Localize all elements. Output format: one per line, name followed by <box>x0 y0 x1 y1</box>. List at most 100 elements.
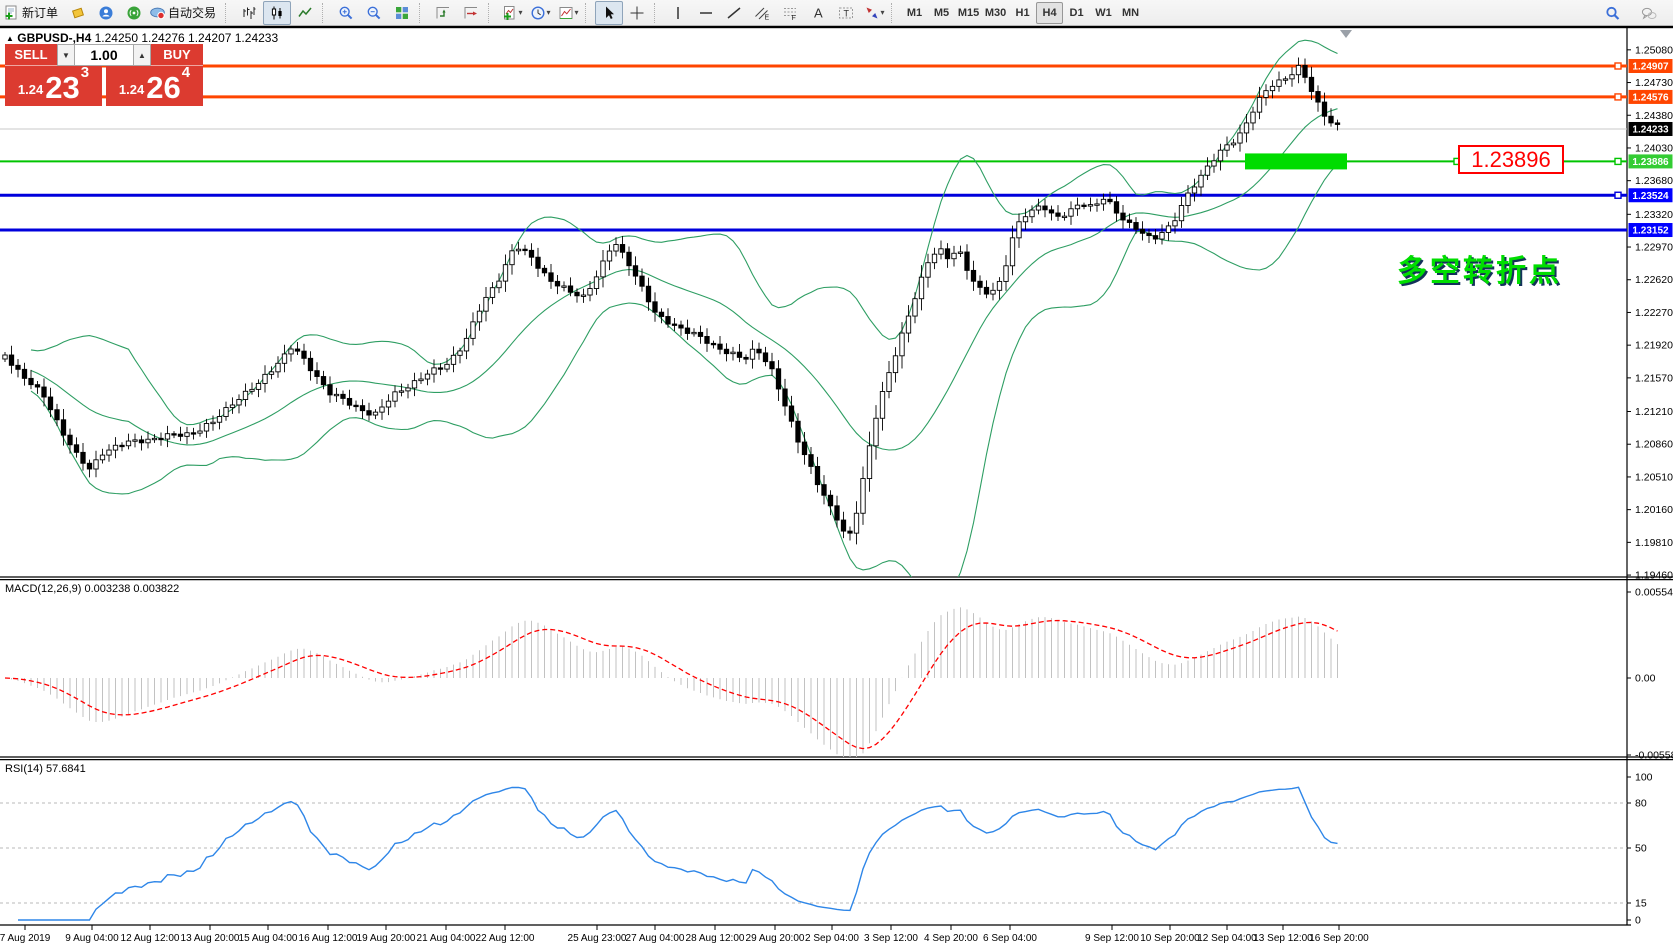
timeframe-m15-button[interactable]: M15 <box>955 2 982 24</box>
candle <box>302 351 306 358</box>
text-button[interactable]: A <box>804 1 832 25</box>
search-button[interactable] <box>1599 2 1627 26</box>
candle <box>1199 175 1203 187</box>
timeframe-m1-button[interactable]: M1 <box>901 2 928 24</box>
zoom-in-button[interactable] <box>332 1 360 25</box>
candle <box>1134 222 1138 229</box>
candle <box>3 355 7 359</box>
crosshair-button[interactable] <box>623 1 651 25</box>
tile-windows-button[interactable] <box>388 1 416 25</box>
shift-chart-icon <box>463 5 479 21</box>
candlestick-button[interactable] <box>263 1 291 25</box>
auto-scroll-button[interactable] <box>429 1 457 25</box>
date-label: 16 Aug 12:00 <box>299 933 358 944</box>
ticket-button[interactable] <box>64 1 92 25</box>
candle <box>471 322 475 339</box>
timeframe-m30-button[interactable]: M30 <box>982 2 1009 24</box>
date-label: 9 Sep 12:00 <box>1085 933 1139 944</box>
candle <box>276 363 280 372</box>
line-handle[interactable] <box>1615 158 1621 164</box>
candle <box>425 374 429 379</box>
rsi-panel <box>0 787 1627 920</box>
candle <box>1147 233 1151 235</box>
candle <box>1270 86 1274 90</box>
candle <box>133 440 137 441</box>
rsi-line <box>18 787 1338 920</box>
price-axis: 1.250801.247301.243801.240301.236801.233… <box>1627 44 1673 926</box>
arrows-button[interactable]: ▾ <box>860 1 888 25</box>
line-handle[interactable] <box>1615 63 1621 69</box>
timeframe-mn-button[interactable]: MN <box>1117 2 1144 24</box>
chat-button[interactable] <box>1635 2 1663 26</box>
candle <box>692 332 696 333</box>
buy-button[interactable]: BUY <box>151 44 203 66</box>
buy-price[interactable]: 1.24 26 4 <box>106 66 203 106</box>
price-tick-label: 1.20510 <box>1635 471 1673 483</box>
timeframe-w1-button[interactable]: W1 <box>1090 2 1117 24</box>
label-button[interactable]: T <box>832 1 860 25</box>
date-label: 6 Sep 04:00 <box>983 933 1037 944</box>
price-callout-box[interactable]: 1.23896 <box>1458 145 1564 174</box>
rsi-indicator-label: RSI(14) 57.6841 <box>5 763 86 775</box>
line-chart-button[interactable] <box>291 1 319 25</box>
line-handle[interactable] <box>1615 94 1621 100</box>
shift-chart-button[interactable] <box>457 1 485 25</box>
bar-chart-button[interactable] <box>235 1 263 25</box>
vline-button[interactable] <box>664 1 692 25</box>
candle <box>659 312 663 316</box>
zoom-out-button[interactable] <box>360 1 388 25</box>
search-icon <box>1605 6 1621 22</box>
candle <box>1212 161 1216 166</box>
macd-indicator-label: MACD(12,26,9) 0.003238 0.003822 <box>5 583 179 595</box>
line-handle[interactable] <box>1615 192 1621 198</box>
candle <box>1277 80 1281 86</box>
cursor-button[interactable] <box>595 1 623 25</box>
zoom-out-icon <box>366 5 382 21</box>
date-label: 27 Aug 04:00 <box>626 933 685 944</box>
sell-price[interactable]: 1.24 23 3 <box>5 66 102 106</box>
candle <box>510 251 514 265</box>
chart-canvas[interactable]: 1.250801.247301.243801.240301.236801.233… <box>0 0 1673 950</box>
volume-increase-button[interactable]: ▲ <box>133 44 151 66</box>
date-axis: 7 Aug 20199 Aug 04:0012 Aug 12:0013 Aug … <box>0 925 1369 944</box>
templates-button[interactable]: ▾ <box>554 1 582 25</box>
candle <box>1225 145 1229 150</box>
indicators-button[interactable]: ▾ <box>498 1 526 25</box>
periods-button[interactable]: ▾ <box>526 1 554 25</box>
timeframe-m5-button[interactable]: M5 <box>928 2 955 24</box>
candle <box>763 353 767 362</box>
channel-icon: E <box>754 5 770 21</box>
fibonacci-button[interactable]: F <box>776 1 804 25</box>
hline-button[interactable] <box>692 1 720 25</box>
candle <box>1069 209 1073 216</box>
candle <box>42 387 46 397</box>
candle <box>646 286 650 302</box>
line-chart-icon <box>297 5 313 21</box>
candle <box>48 397 52 410</box>
timeframe-d1-button[interactable]: D1 <box>1063 2 1090 24</box>
sell-button[interactable]: SELL <box>5 44 57 66</box>
candle <box>198 431 202 433</box>
community-icon <box>98 5 114 21</box>
price-tick-label: 1.20160 <box>1635 504 1673 516</box>
volume-input[interactable]: 1.00 <box>75 44 133 66</box>
support-zone-rectangle[interactable] <box>1245 153 1347 169</box>
autotrade-button[interactable]: 自动交易 <box>148 1 222 25</box>
candle <box>503 265 507 281</box>
svg-text:A: A <box>814 5 823 20</box>
collapse-triangle-icon[interactable]: ▲ <box>6 34 14 43</box>
volume-decrease-button[interactable]: ▼ <box>57 44 75 66</box>
timeframe-h1-button[interactable]: H1 <box>1009 2 1036 24</box>
candle <box>575 292 579 296</box>
chinese-annotation-text[interactable]: 多空转折点 <box>1397 246 1562 290</box>
candle <box>581 295 585 296</box>
trendline-icon <box>726 5 742 21</box>
auto-scroll-icon <box>435 5 451 21</box>
candle <box>711 343 715 344</box>
trendline-button[interactable] <box>720 1 748 25</box>
signals-button[interactable] <box>120 1 148 25</box>
new-order-button[interactable]: 新订单 <box>2 1 64 25</box>
community-button[interactable] <box>92 1 120 25</box>
channel-button[interactable]: E <box>748 1 776 25</box>
timeframe-h4-button[interactable]: H4 <box>1036 2 1063 24</box>
